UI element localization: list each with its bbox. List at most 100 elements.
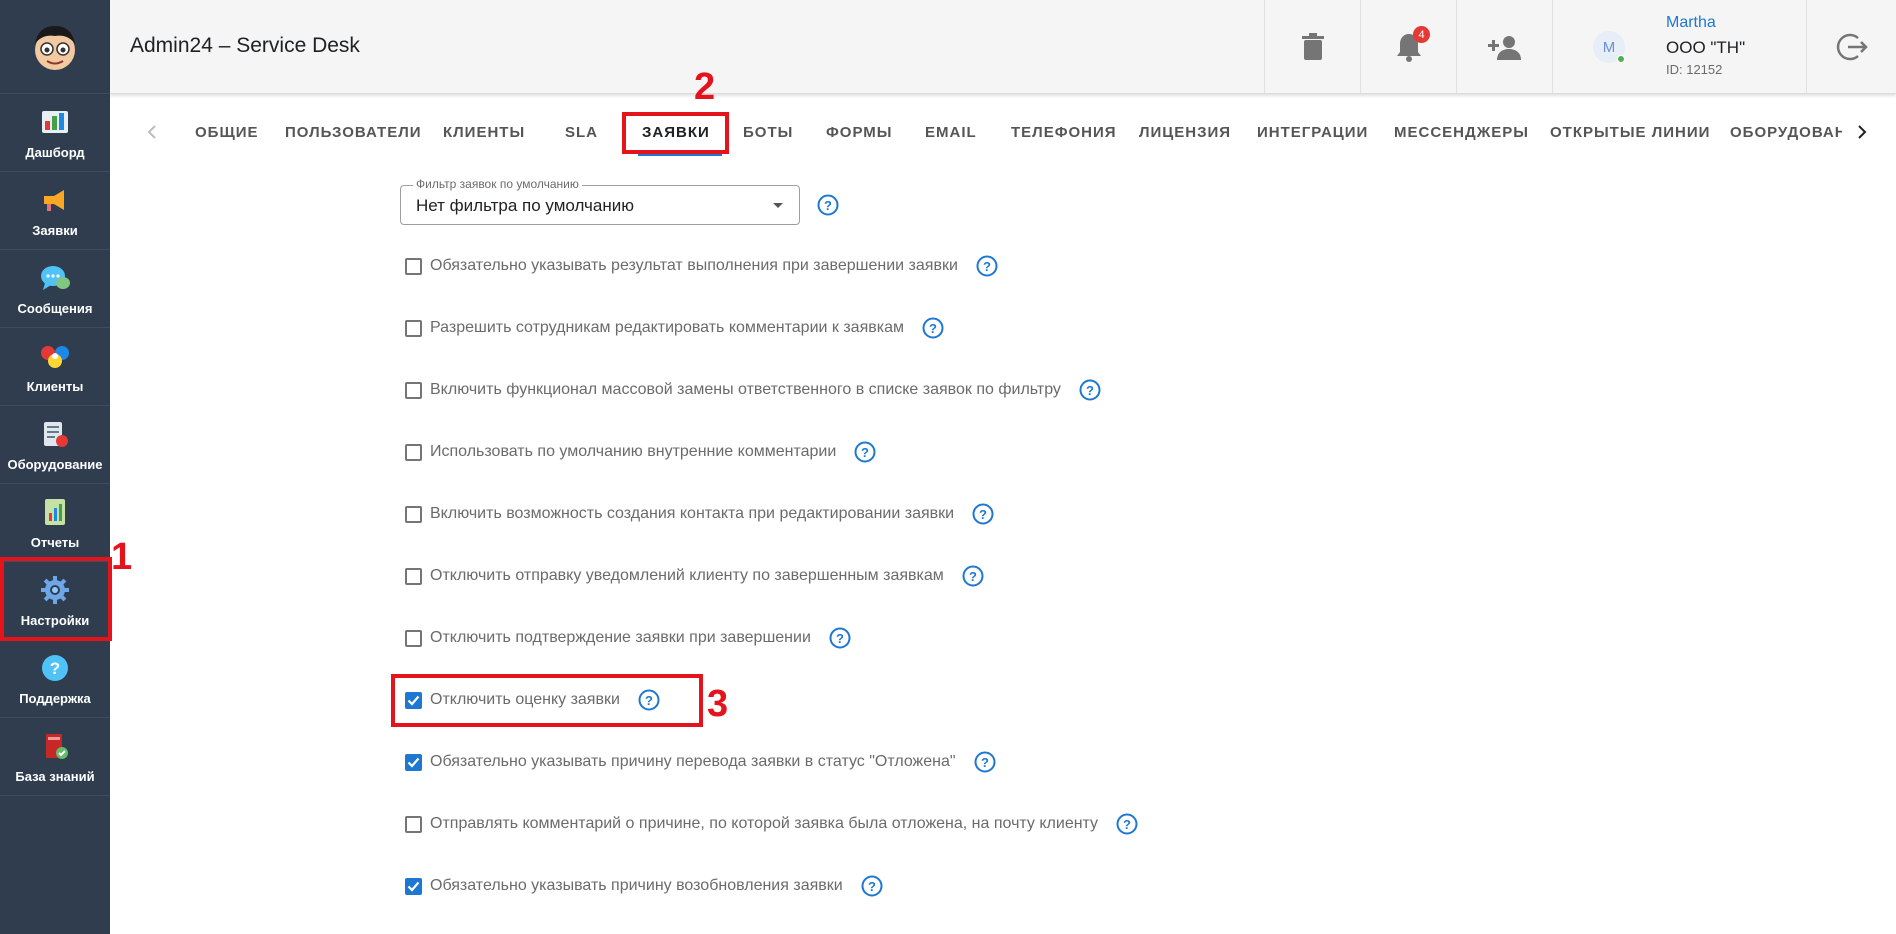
notifications-button[interactable]: 4 [1360,0,1456,94]
option-row: Обязательно указывать результат выполнен… [405,254,998,278]
option-label[interactable]: Использовать по умолчанию внутренние ком… [430,443,836,461]
option-help-icon[interactable]: ? [638,689,660,711]
logo[interactable] [0,0,110,94]
tab-forms[interactable]: ФОРМЫ [826,124,892,141]
tab-clients[interactable]: КЛИЕНТЫ [443,124,525,141]
option-help-icon[interactable]: ? [922,317,944,339]
reports-icon [38,495,72,529]
sidebar-item-label: Клиенты [26,379,84,394]
tab-license[interactable]: ЛИЦЕНЗИЯ [1139,124,1231,141]
option-label[interactable]: Отправлять комментарий о причине, по кот… [430,815,1098,833]
user-id: ID: 12152 [1666,62,1723,77]
option-label[interactable]: Отключить подтверждение заявки при завер… [430,629,811,647]
option-help-icon[interactable]: ? [962,565,984,587]
sidebar-item-label: Поддержка [19,691,91,706]
option-checkbox[interactable] [405,877,422,895]
option-help-icon[interactable]: ? [974,751,996,773]
option-checkbox[interactable] [405,319,422,337]
sidebar: Дашборд Заявки Сообщения Клиенты Оборудо… [0,0,110,934]
default-filter-select[interactable]: Фильтр заявок по умолчанию Нет фильтра п… [400,177,800,225]
tab-integrations[interactable]: ИНТЕГРАЦИИ [1257,124,1368,141]
option-label[interactable]: Обязательно указывать причину возобновле… [430,877,843,895]
tab-general[interactable]: ОБЩИЕ [195,124,259,141]
highlight-box-settings [0,557,112,641]
tab-bots[interactable]: БОТЫ [743,124,793,141]
option-checkbox[interactable] [405,815,422,833]
option-checkbox[interactable] [405,443,422,461]
app-title: Admin24 – Service Desk [130,34,360,57]
tab-users[interactable]: ПОЛЬЗОВАТЕЛИ [285,124,422,141]
tab-equipment[interactable]: ОБОРУДОВАН [1730,124,1842,141]
chevron-left-icon [147,125,156,139]
svg-text:?: ? [981,755,989,770]
chat-bubble-icon [38,261,72,295]
option-help-icon[interactable]: ? [972,503,994,525]
option-help-icon[interactable]: ? [1079,379,1101,401]
sidebar-item-clients[interactable]: Клиенты [0,328,110,406]
option-checkbox[interactable] [405,505,422,523]
default-filter-value: Нет фильтра по умолчанию [416,196,634,215]
option-checkbox[interactable] [405,381,422,399]
option-label[interactable]: Включить функционал массовой замены отве… [430,381,1061,399]
option-checkbox[interactable] [405,257,422,275]
top-bar: Admin24 – Service Desk 4 M Martha ООО "Т… [110,0,1896,94]
tab-telephony[interactable]: ТЕЛЕФОНИЯ [1011,124,1117,141]
sidebar-item-messages[interactable]: Сообщения [0,250,110,328]
svg-text:?: ? [861,445,869,460]
logout-button[interactable] [1806,0,1896,94]
sidebar-item-label: Заявки [32,223,78,238]
option-label[interactable]: Разрешить сотрудникам редактировать комм… [430,319,904,337]
user-name[interactable]: Martha [1666,14,1716,32]
add-user-button[interactable] [1456,0,1552,94]
option-label[interactable]: Обязательно указывать результат выполнен… [430,257,958,275]
svg-text:?: ? [1123,817,1131,832]
clients-icon [38,339,72,373]
tab-email[interactable]: EMAIL [925,124,977,141]
option-label[interactable]: Отключить оценку заявки [430,691,620,709]
option-row: Отправлять комментарий о причине, по кот… [405,812,1138,836]
sidebar-item-equipment[interactable]: Оборудование [0,406,110,484]
option-checkbox[interactable] [405,691,422,709]
sidebar-item-label: Дашборд [25,145,85,160]
tab-sla[interactable]: SLA [565,124,598,141]
option-label[interactable]: Обязательно указывать причину перевода з… [430,753,956,771]
trash-button[interactable] [1264,0,1360,94]
tabs-scroll-right[interactable] [1850,120,1874,144]
sidebar-item-label: Оборудование [7,457,103,472]
option-help-icon[interactable]: ? [1116,813,1138,835]
option-label[interactable]: Включить возможность создания контакта п… [430,505,954,523]
svg-text:?: ? [979,507,987,522]
filter-help-icon[interactable]: ? [817,194,839,216]
tab-messengers[interactable]: МЕССЕНДЖЕРЫ [1394,124,1529,141]
option-row: Включить возможность создания контакта п… [405,502,994,526]
caret-down-icon [773,203,783,208]
sidebar-item-reports[interactable]: Отчеты [0,484,110,562]
svg-text:?: ? [868,879,876,894]
option-row: Отключить отправку уведомлений клиенту п… [405,564,984,588]
user-profile[interactable]: M Martha ООО "ТН" ID: 12152 [1552,0,1806,94]
option-row: Разрешить сотрудникам редактировать комм… [405,316,944,340]
sidebar-item-dashboard[interactable]: Дашборд [0,94,110,172]
svg-text:?: ? [645,693,653,708]
option-label[interactable]: Отключить отправку уведомлений клиенту п… [430,567,944,585]
option-help-icon[interactable]: ? [829,627,851,649]
option-checkbox[interactable] [405,753,422,771]
sidebar-item-tickets[interactable]: Заявки [0,172,110,250]
option-checkbox[interactable] [405,629,422,647]
user-organization: ООО "ТН" [1666,38,1746,57]
active-tab-indicator [638,154,722,156]
option-row: Обязательно указывать причину перевода з… [405,750,996,774]
online-status-dot [1617,55,1625,63]
check-icon [407,695,420,706]
option-help-icon[interactable]: ? [861,875,883,897]
option-help-icon[interactable]: ? [976,255,998,277]
svg-text:?: ? [983,259,991,274]
sidebar-item-knowledge-base[interactable]: База знаний [0,718,110,796]
option-row: Использовать по умолчанию внутренние ком… [405,440,876,464]
option-help-icon[interactable]: ? [854,441,876,463]
tabs-scroll-left[interactable] [140,120,164,144]
option-checkbox[interactable] [405,567,422,585]
chevron-right-icon [1858,125,1867,139]
tab-open-lines[interactable]: ОТКРЫТЫЕ ЛИНИИ [1550,124,1710,141]
sidebar-item-support[interactable]: ? Поддержка [0,640,110,718]
